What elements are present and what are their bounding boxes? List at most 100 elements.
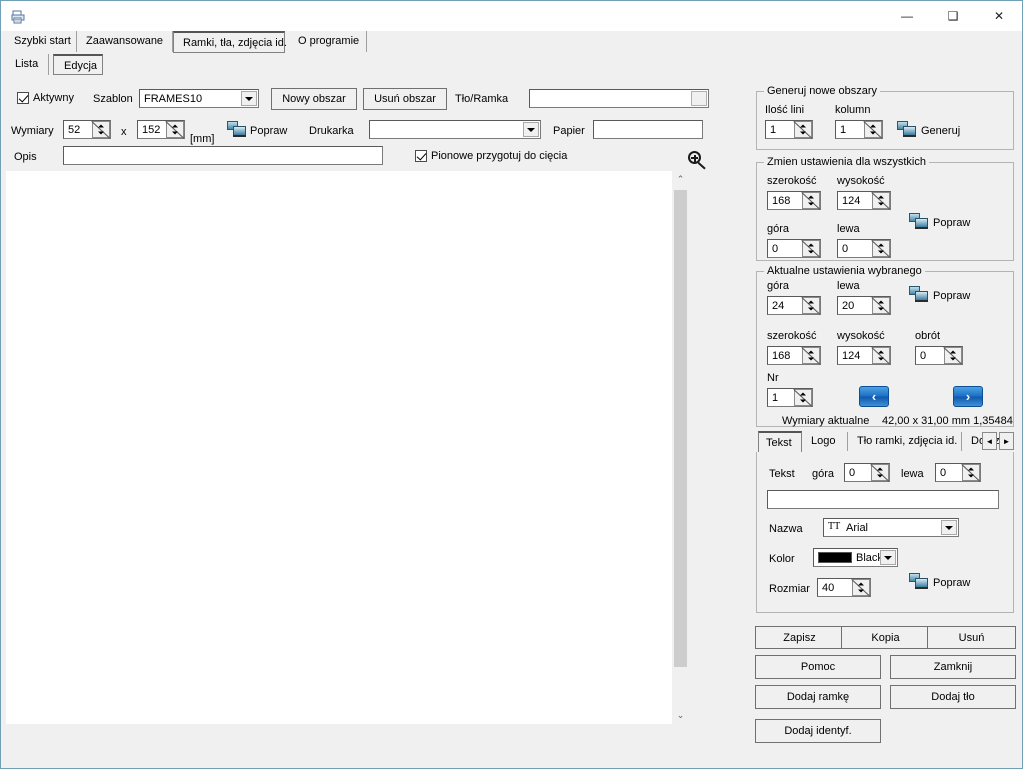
spinner-up-icon[interactable] — [93, 122, 109, 130]
all-top-spinner[interactable]: 0 — [767, 239, 821, 258]
text-left-spinner[interactable]: 0 — [935, 463, 981, 482]
all-left-spinner[interactable]: 0 — [837, 239, 891, 258]
spinner-up-icon[interactable] — [795, 390, 811, 398]
text-fix-button[interactable]: Popraw — [933, 577, 970, 589]
spinner-up-icon[interactable] — [803, 241, 819, 249]
spinner-buttons[interactable] — [872, 347, 890, 364]
spinner-down-icon[interactable] — [872, 473, 888, 481]
dimension-height-spinner[interactable]: 152 — [137, 120, 185, 139]
new-area-button[interactable]: Nowy obszar — [271, 88, 357, 110]
current-settings-fix-button[interactable]: Popraw — [933, 290, 970, 302]
copy-button[interactable]: Kopia — [841, 626, 930, 649]
close-button[interactable]: ✕ — [976, 1, 1022, 31]
tab-tlo-ramki-zdjecia[interactable]: Tło ramki, zdjęcia id. — [850, 432, 962, 451]
spinner-buttons[interactable] — [871, 464, 889, 481]
spinner-down-icon[interactable] — [803, 356, 819, 364]
all-width-spinner[interactable]: 168 — [767, 191, 821, 210]
spinner-up-icon[interactable] — [167, 122, 183, 130]
tab-edycja[interactable]: Edycja — [53, 54, 103, 75]
spinner-buttons[interactable] — [794, 389, 812, 406]
spinner-down-icon[interactable] — [963, 473, 979, 481]
vertical-cut-checkbox[interactable]: Pionowe przygotuj do cięcia — [415, 150, 567, 162]
save-button[interactable]: Zapisz — [755, 626, 844, 649]
spinner-down-icon[interactable] — [873, 356, 889, 364]
delete-button[interactable]: Usuń — [927, 626, 1016, 649]
spinner-buttons[interactable] — [872, 240, 890, 257]
tab-o-programie[interactable]: O programie — [289, 31, 367, 52]
tab-szybki-start[interactable]: Szybki start — [5, 31, 77, 52]
description-field[interactable] — [63, 146, 383, 165]
tab-tekst[interactable]: Tekst — [758, 431, 802, 452]
printer-combo[interactable] — [369, 120, 541, 139]
delete-area-button[interactable]: Usuń obszar — [363, 88, 447, 110]
add-id-button[interactable]: Dodaj identyf. — [755, 719, 881, 743]
tab-lista[interactable]: Lista — [5, 54, 49, 75]
current-rotation-spinner[interactable]: 0 — [915, 346, 963, 365]
help-button[interactable]: Pomoc — [755, 655, 881, 679]
spinner-up-icon[interactable] — [873, 241, 889, 249]
dimension-width-spinner[interactable]: 52 — [63, 120, 111, 139]
current-top-spinner[interactable]: 24 — [767, 296, 821, 315]
spinner-up-icon[interactable] — [872, 465, 888, 473]
spinner-buttons[interactable] — [962, 464, 980, 481]
spinner-up-icon[interactable] — [945, 348, 961, 356]
background-frame-field[interactable] — [529, 89, 709, 108]
spinner-down-icon[interactable] — [795, 398, 811, 406]
spinner-buttons[interactable] — [802, 192, 820, 209]
background-frame-browse-button[interactable] — [691, 91, 707, 106]
spinner-buttons[interactable] — [166, 121, 184, 138]
text-top-spinner[interactable]: 0 — [844, 463, 890, 482]
generate-button[interactable]: Generuj — [921, 125, 960, 137]
next-area-button[interactable]: › — [953, 386, 983, 407]
spinner-down-icon[interactable] — [803, 249, 819, 257]
magnifier-plus-icon[interactable] — [687, 151, 707, 171]
text-content-field[interactable] — [767, 490, 999, 509]
chevron-down-icon[interactable] — [880, 550, 896, 565]
spinner-up-icon[interactable] — [803, 193, 819, 201]
design-canvas[interactable] — [6, 171, 672, 724]
all-settings-fix-button[interactable]: Popraw — [933, 217, 970, 229]
spinner-up-icon[interactable] — [853, 580, 869, 588]
current-width-spinner[interactable]: 168 — [767, 346, 821, 365]
current-left-spinner[interactable]: 20 — [837, 296, 891, 315]
tab-scroll-left-button[interactable]: ◄ — [982, 432, 997, 450]
spinner-down-icon[interactable] — [873, 249, 889, 257]
spinner-up-icon[interactable] — [803, 298, 819, 306]
previous-area-button[interactable]: ‹ — [859, 386, 889, 407]
scroll-down-arrow-icon[interactable]: ⌄ — [672, 707, 689, 724]
spinner-down-icon[interactable] — [795, 130, 811, 138]
dimensions-fix-button[interactable]: Popraw — [250, 125, 287, 137]
close-dialog-button[interactable]: Zamknij — [890, 655, 1016, 679]
lines-count-spinner[interactable]: 1 — [765, 120, 813, 139]
chevron-down-icon[interactable] — [523, 122, 539, 137]
spinner-down-icon[interactable] — [865, 130, 881, 138]
paper-field[interactable] — [593, 120, 703, 139]
size-spinner[interactable]: 40 — [817, 578, 871, 597]
active-checkbox[interactable]: Aktywny — [17, 92, 74, 104]
spinner-buttons[interactable] — [802, 297, 820, 314]
color-combo[interactable]: Black — [813, 548, 898, 567]
spinner-down-icon[interactable] — [803, 201, 819, 209]
spinner-down-icon[interactable] — [945, 356, 961, 364]
spinner-up-icon[interactable] — [873, 193, 889, 201]
spinner-buttons[interactable] — [802, 347, 820, 364]
spinner-up-icon[interactable] — [963, 465, 979, 473]
all-height-spinner[interactable]: 124 — [837, 191, 891, 210]
spinner-down-icon[interactable] — [873, 306, 889, 314]
tab-ramki-tla-zdjecia[interactable]: Ramki, tła, zdjęcia id. — [173, 31, 287, 53]
add-background-button[interactable]: Dodaj tło — [890, 685, 1016, 709]
spinner-buttons[interactable] — [802, 240, 820, 257]
chevron-down-icon[interactable] — [941, 520, 957, 535]
spinner-buttons[interactable] — [852, 579, 870, 596]
columns-count-spinner[interactable]: 1 — [835, 120, 883, 139]
spinner-up-icon[interactable] — [803, 348, 819, 356]
template-combo[interactable]: FRAMES10 — [139, 89, 259, 108]
spinner-buttons[interactable] — [872, 192, 890, 209]
spinner-up-icon[interactable] — [873, 348, 889, 356]
font-name-combo[interactable]: TT Arial — [823, 518, 959, 537]
spinner-buttons[interactable] — [872, 297, 890, 314]
scroll-up-arrow-icon[interactable]: ⌃ — [672, 171, 689, 188]
spinner-down-icon[interactable] — [167, 130, 183, 138]
spinner-buttons[interactable] — [794, 121, 812, 138]
tab-zaawansowane[interactable]: Zaawansowane — [77, 31, 173, 52]
